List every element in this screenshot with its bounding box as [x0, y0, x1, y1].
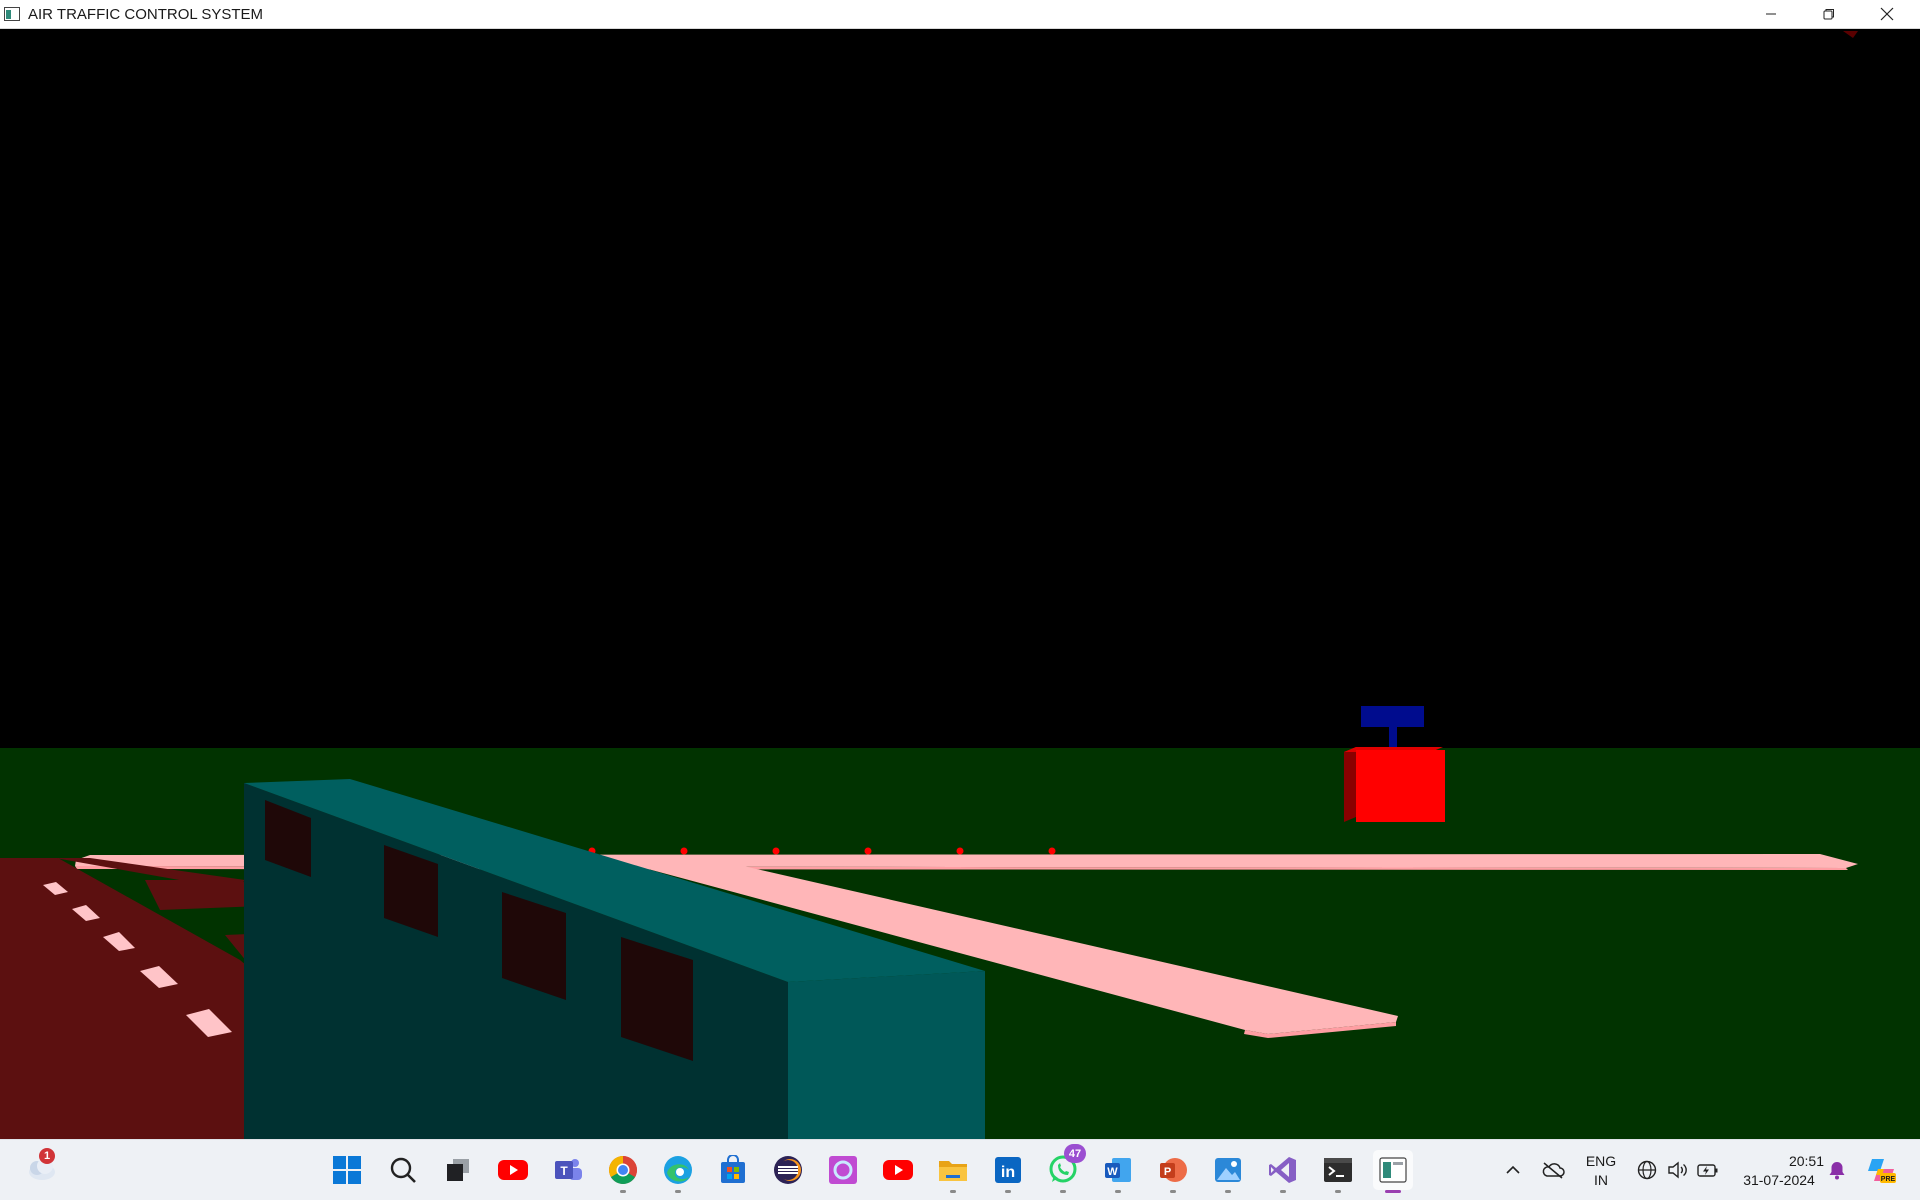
eclipse-app[interactable]	[768, 1150, 808, 1190]
store-app[interactable]	[713, 1150, 753, 1190]
runway-light	[680, 847, 688, 855]
window-title: AIR TRAFFIC CONTROL SYSTEM	[28, 6, 264, 23]
word-app[interactable]: W	[1098, 1150, 1138, 1193]
svg-text:T: T	[560, 1164, 568, 1178]
folder-icon	[939, 1161, 967, 1181]
youtube-app[interactable]	[493, 1150, 533, 1190]
minimize-icon	[1766, 13, 1776, 15]
linkedin-icon: in	[995, 1157, 1021, 1183]
photos-icon	[1215, 1158, 1241, 1182]
title-bar: AIR TRAFFIC CONTROL SYSTEM	[0, 0, 1920, 29]
opengl-window-icon	[1379, 1157, 1407, 1183]
minimize-button[interactable]	[1742, 0, 1800, 28]
airport-scene	[0, 29, 1920, 1139]
app-window-icon	[4, 7, 20, 21]
youtube-icon	[883, 1160, 913, 1180]
clock-date: 31-07-2024	[1743, 1172, 1815, 1188]
chrome-app[interactable]	[603, 1150, 643, 1193]
notifications-button[interactable]	[1822, 1140, 1852, 1200]
search-icon	[390, 1157, 416, 1183]
globe-icon	[1637, 1160, 1657, 1180]
close-icon	[1880, 7, 1894, 21]
clock-time: 20:51	[1788, 1153, 1824, 1169]
speaker-icon	[1668, 1161, 1687, 1179]
linkedin-app[interactable]: in	[988, 1150, 1028, 1193]
whatsapp-app[interactable]: 47	[1043, 1144, 1086, 1193]
start-button[interactable]	[327, 1150, 367, 1190]
restore-button[interactable]	[1800, 0, 1858, 28]
chevron-up-icon	[1506, 1165, 1520, 1174]
windows-taskbar: 1 T in 47 W P ENG IN 20:51 31-07-2024 PR…	[0, 1139, 1920, 1200]
clock[interactable]: 20:51 31-07-2024	[1730, 1152, 1828, 1190]
ring-icon	[829, 1156, 857, 1184]
network-status[interactable]	[1632, 1140, 1662, 1200]
terminal-end-face	[788, 971, 985, 1139]
edge-app[interactable]	[658, 1150, 698, 1193]
whatsapp-badge: 47	[1064, 1144, 1086, 1163]
word-icon: W	[1105, 1158, 1131, 1182]
visual-studio-app[interactable]	[1263, 1150, 1303, 1193]
windows-logo-icon	[333, 1156, 361, 1184]
edge-icon	[664, 1156, 692, 1184]
onedrive-status[interactable]	[1536, 1140, 1570, 1200]
terminal-app[interactable]	[1318, 1150, 1358, 1193]
region-code: IN	[1594, 1172, 1608, 1188]
tower-base	[1356, 750, 1445, 822]
copilot-icon: PRE	[1868, 1159, 1896, 1183]
svg-text:W: W	[1107, 1166, 1118, 1178]
cloud-offline-icon	[1542, 1162, 1565, 1179]
youtube-icon	[498, 1160, 528, 1180]
copilot-button[interactable]: PRE	[1862, 1140, 1900, 1200]
powerpoint-app[interactable]: P	[1153, 1150, 1193, 1193]
weather-badge: 1	[39, 1148, 55, 1164]
powerpoint-icon: P	[1160, 1158, 1187, 1182]
runway-light	[772, 847, 780, 855]
photos-app[interactable]	[1208, 1150, 1248, 1193]
restore-icon	[1823, 9, 1834, 20]
visual-studio-icon	[1269, 1157, 1296, 1183]
volume-control[interactable]	[1662, 1140, 1692, 1200]
search-button[interactable]	[383, 1150, 423, 1190]
teams-app[interactable]: T	[548, 1150, 588, 1190]
svg-text:in: in	[1001, 1164, 1015, 1181]
store-icon	[721, 1155, 745, 1183]
show-hidden-icons-button[interactable]	[1500, 1140, 1526, 1200]
language-code: ENG	[1585, 1153, 1617, 1169]
language-indicator[interactable]: ENG IN	[1578, 1152, 1624, 1190]
opengl-app[interactable]	[1373, 1150, 1413, 1193]
runway-light	[956, 847, 964, 855]
file-explorer-app[interactable]	[933, 1150, 973, 1193]
runway-light	[1048, 847, 1056, 855]
close-button[interactable]	[1858, 0, 1916, 28]
svg-text:PRE: PRE	[1881, 1176, 1896, 1183]
battery-charging-icon	[1697, 1164, 1718, 1177]
eclipse-icon	[774, 1156, 802, 1184]
weather-widget[interactable]: 1	[21, 1148, 61, 1190]
copilot-ring-app[interactable]	[823, 1150, 863, 1190]
runway-light	[864, 847, 872, 855]
task-view-button[interactable]	[438, 1150, 478, 1190]
battery-status[interactable]	[1692, 1140, 1724, 1200]
night-sky	[0, 29, 1920, 748]
svg-text:P: P	[1164, 1166, 1171, 1178]
opengl-viewport[interactable]	[0, 29, 1920, 1139]
tower-cab	[1361, 706, 1424, 727]
bell-icon	[1829, 1162, 1845, 1180]
terminal-icon	[1324, 1158, 1352, 1182]
youtube-app-2[interactable]	[878, 1150, 918, 1190]
teams-icon: T	[555, 1159, 582, 1180]
chrome-icon	[609, 1156, 637, 1184]
tower-base-side	[1344, 747, 1356, 822]
task-view-icon	[447, 1159, 469, 1181]
